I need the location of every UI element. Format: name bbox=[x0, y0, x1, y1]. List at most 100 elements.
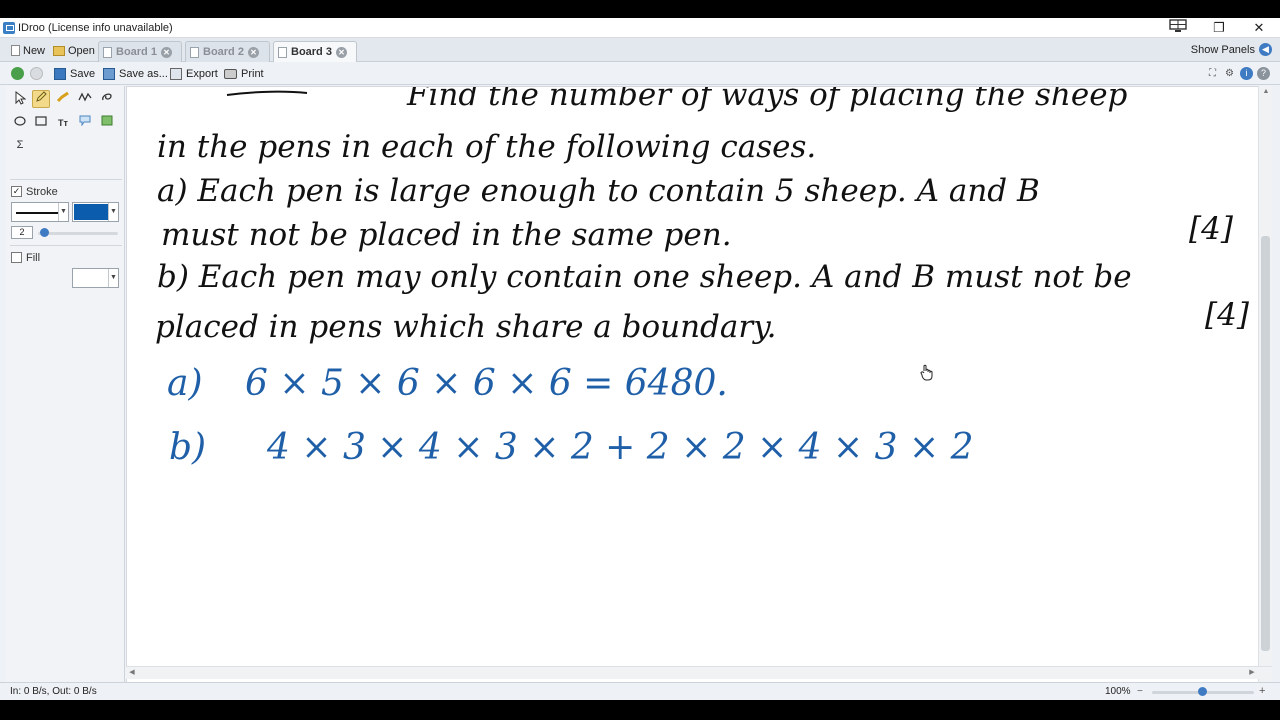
question-line: in the pens in each of the following cas… bbox=[157, 129, 816, 165]
show-panels-label: Show Panels bbox=[1190, 43, 1255, 56]
stroke-width-input[interactable]: 2 bbox=[11, 226, 33, 239]
scroll-left-icon[interactable]: ◀ bbox=[126, 667, 138, 679]
board-document-icon bbox=[278, 46, 287, 58]
tab-board-2[interactable]: Board 2 ✕ bbox=[185, 41, 270, 62]
info-icon[interactable]: i bbox=[1240, 67, 1253, 80]
stroke-width-slider[interactable] bbox=[38, 232, 118, 235]
app-window: IDroo (License info unavailable) ❐ ✕ New… bbox=[0, 18, 1280, 700]
export-button[interactable]: Export bbox=[170, 66, 218, 82]
question-line: a) Each pen is large enough to contain 5… bbox=[157, 173, 1040, 209]
panel-divider bbox=[10, 179, 122, 180]
question-line: b) Each pen may only contain one sheep. … bbox=[157, 259, 1132, 295]
stroke-width-slider-thumb[interactable] bbox=[40, 228, 49, 237]
forward-icon[interactable] bbox=[30, 67, 43, 80]
window-title: IDroo (License info unavailable) bbox=[18, 22, 173, 34]
zoom-out-button[interactable]: − bbox=[1137, 686, 1143, 697]
line-style-preview bbox=[16, 212, 58, 214]
stroke-color-select[interactable]: ▼ bbox=[72, 202, 119, 222]
app-logo-icon bbox=[3, 22, 15, 34]
question-marks: [4] bbox=[1205, 297, 1250, 333]
chevron-down-icon: ▼ bbox=[58, 203, 68, 221]
zoom-slider-thumb[interactable] bbox=[1198, 687, 1207, 696]
export-label: Export bbox=[186, 68, 218, 80]
scroll-right-icon[interactable]: ▶ bbox=[1246, 667, 1258, 679]
status-bar: In: 0 B/s, Out: 0 B/s 100% − + bbox=[0, 682, 1280, 700]
help-icon[interactable]: ? bbox=[1257, 67, 1270, 80]
right-toolbar: ⛶ ⚙ i ? bbox=[1206, 67, 1270, 80]
horizontal-scrollbar[interactable]: ◀ ▶ bbox=[126, 666, 1272, 679]
zoom-in-button[interactable]: + bbox=[1259, 685, 1265, 697]
save-as-label: Save as... bbox=[119, 68, 168, 80]
fullscreen-icon[interactable]: ⛶ bbox=[1206, 67, 1219, 80]
tools-panel: Tт Σ ✓ Stroke ▼ ▼ 2 Fill ▼ bbox=[6, 86, 125, 690]
network-traffic-status: In: 0 B/s, Out: 0 B/s bbox=[10, 686, 97, 697]
screen-share-icon[interactable] bbox=[1163, 19, 1193, 37]
answer-working: 6 × 5 × 6 × 6 × 6 = 6480. bbox=[245, 363, 728, 404]
hand-cursor-icon bbox=[920, 364, 933, 381]
highlighter-icon[interactable] bbox=[54, 91, 72, 109]
formula-sigma-icon[interactable]: Σ bbox=[11, 136, 29, 154]
fill-label: Fill bbox=[26, 252, 41, 264]
image-icon[interactable] bbox=[98, 114, 116, 132]
tab-board-1-label: Board 1 bbox=[116, 46, 157, 58]
tab-board-1[interactable]: Board 1 ✕ bbox=[98, 41, 182, 62]
stroke-checkbox[interactable]: ✓ bbox=[11, 186, 22, 197]
question-line: Find the number of ways of placing the s… bbox=[406, 87, 1128, 113]
cursor-arrow-icon[interactable] bbox=[11, 90, 29, 109]
comment-icon[interactable] bbox=[76, 114, 94, 132]
new-board-label: New bbox=[23, 44, 46, 57]
question-line: placed in pens which share a boundary. bbox=[155, 309, 776, 345]
stroke-label: Stroke bbox=[26, 186, 58, 198]
open-board-button[interactable]: Open bbox=[50, 41, 98, 60]
tab-bar: New Open Board 1 ✕ Board 2 ✕ Board 3 ✕ S… bbox=[0, 38, 1280, 62]
whiteboard-canvas[interactable]: Find the number of ways of placing the s… bbox=[126, 86, 1272, 684]
pencil-icon[interactable] bbox=[32, 90, 50, 108]
show-panels-button[interactable]: Show Panels ◀ bbox=[1191, 43, 1272, 56]
zoom-level: 100% bbox=[1105, 686, 1131, 697]
save-label: Save bbox=[70, 68, 96, 80]
panel-divider bbox=[10, 245, 122, 246]
save-as-icon bbox=[103, 68, 115, 80]
line-style-select[interactable]: ▼ bbox=[11, 202, 69, 222]
fill-color-select[interactable]: ▼ bbox=[72, 268, 119, 288]
letterbox-top bbox=[0, 0, 1280, 18]
close-tab-icon[interactable]: ✕ bbox=[247, 46, 259, 58]
vertical-scroll-thumb[interactable] bbox=[1261, 236, 1270, 651]
gear-icon[interactable]: ⚙ bbox=[1223, 67, 1236, 80]
close-tab-icon[interactable]: ✕ bbox=[335, 46, 347, 58]
export-icon bbox=[170, 68, 182, 80]
text-icon[interactable]: Tт bbox=[54, 114, 72, 132]
close-tab-icon[interactable]: ✕ bbox=[160, 46, 172, 58]
folder-icon bbox=[53, 45, 65, 56]
save-icon bbox=[54, 68, 66, 80]
ellipse-icon[interactable] bbox=[11, 114, 29, 132]
rectangle-icon[interactable] bbox=[32, 114, 50, 132]
stroke-color-swatch bbox=[74, 204, 108, 220]
save-as-button[interactable]: Save as... bbox=[103, 66, 168, 82]
tab-board-2-label: Board 2 bbox=[203, 46, 244, 58]
print-button[interactable]: Print bbox=[224, 66, 264, 82]
open-board-label: Open bbox=[68, 44, 95, 57]
back-icon[interactable] bbox=[11, 67, 24, 80]
freeform-line-icon[interactable] bbox=[76, 91, 94, 109]
answer-label: b) bbox=[169, 427, 206, 468]
main-toolbar: Save Save as... Export Print ⛶ ⚙ i ? bbox=[0, 63, 1280, 85]
tab-board-3[interactable]: Board 3 ✕ bbox=[273, 41, 357, 62]
save-button[interactable]: Save bbox=[54, 66, 95, 82]
restore-button[interactable]: ❐ bbox=[1204, 19, 1234, 37]
chevron-down-icon: ▼ bbox=[108, 269, 118, 287]
printer-icon bbox=[224, 69, 237, 79]
board-document-icon bbox=[103, 46, 112, 58]
answer-working: 4 × 3 × 4 × 3 × 2 + 2 × 2 × 4 × 3 × 2 bbox=[266, 427, 974, 468]
scroll-up-icon[interactable]: ▲ bbox=[1259, 86, 1273, 98]
new-document-icon bbox=[11, 45, 20, 56]
eraser-icon[interactable] bbox=[98, 91, 116, 109]
vertical-scrollbar[interactable]: ▲ ▼ bbox=[1258, 86, 1272, 684]
arrow-left-icon: ◀ bbox=[1259, 43, 1272, 56]
new-board-button[interactable]: New bbox=[8, 41, 48, 60]
fill-checkbox[interactable] bbox=[11, 252, 22, 263]
question-line: must not be placed in the same pen. bbox=[161, 217, 732, 253]
question-marks: [4] bbox=[1189, 211, 1234, 247]
close-button[interactable]: ✕ bbox=[1244, 19, 1274, 37]
print-label: Print bbox=[241, 68, 264, 80]
